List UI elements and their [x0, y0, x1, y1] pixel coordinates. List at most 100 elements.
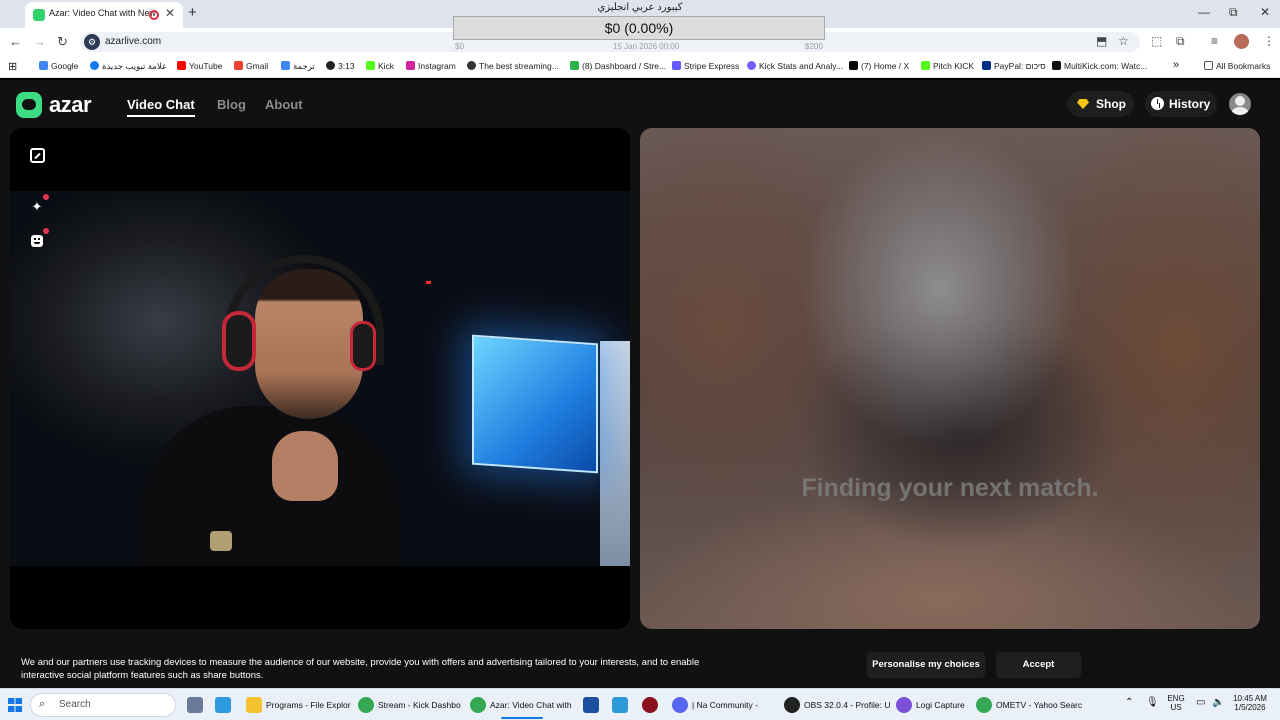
nav-active-underline	[127, 115, 195, 117]
search-placeholder: Search	[59, 699, 91, 710]
install-app-icon[interactable]: ⬒	[1096, 34, 1107, 48]
bookmark-item[interactable]: Stripe Express	[672, 61, 739, 71]
bookmark-item[interactable]: Google	[39, 61, 78, 71]
extension-icon[interactable]: ⬚	[1151, 34, 1162, 48]
bookmark-item[interactable]: PayPal: סיכום	[982, 61, 1046, 71]
bookmark-item[interactable]: Kick Stats and Analy...	[747, 61, 843, 71]
azar-page: azar Video Chat Blog About Shop History …	[0, 80, 1280, 688]
personalise-choices-button[interactable]: Personalise my choices	[867, 652, 985, 678]
face-filter-icon[interactable]	[28, 228, 49, 250]
donation-goal-bar: $0 (0.00%)	[453, 16, 825, 40]
url-text: azarlive.com	[105, 36, 162, 47]
clock[interactable]: 10:45 AM 1/5/2026	[1228, 694, 1272, 712]
store-icon[interactable]	[583, 697, 599, 713]
matching-status-text: Finding your next match.	[801, 474, 1099, 502]
remote-video-panel: Finding your next match.	[640, 128, 1260, 629]
reload-icon[interactable]: ↻	[57, 34, 68, 50]
windows-start-icon[interactable]	[8, 698, 22, 712]
history-label: History	[1169, 97, 1211, 111]
accept-cookies-button[interactable]: Accept	[996, 652, 1081, 678]
tray-overflow-icon[interactable]: ⌃	[1125, 697, 1133, 708]
network-icon[interactable]: ▭	[1196, 697, 1205, 708]
nav-blog[interactable]: Blog	[217, 97, 246, 112]
bookmark-item[interactable]: Kick	[366, 61, 394, 71]
streamer-head	[255, 269, 363, 419]
taskbar-app-discord[interactable]: | Na Community -	[672, 693, 776, 717]
more-bookmarks-button[interactable]: »	[1173, 59, 1179, 71]
language-indicator[interactable]: ENG US	[1166, 694, 1186, 712]
mail-icon[interactable]	[612, 697, 628, 713]
windows-taskbar: ⌕ Search Programs - File Explor Stream -…	[0, 688, 1280, 720]
azar-logo-icon[interactable]	[16, 92, 42, 118]
azar-logo-text[interactable]: azar	[49, 92, 92, 118]
effects-sparkle-icon[interactable]: ✦	[28, 194, 49, 216]
local-video-feed: gol	[10, 191, 630, 566]
azar-favicon-icon	[33, 9, 45, 21]
fullscreen-toggle-icon[interactable]	[30, 148, 45, 163]
minimize-button[interactable]: —	[1198, 5, 1210, 19]
bookmark-item[interactable]: (7) Home / X	[849, 61, 909, 71]
clock-icon	[1151, 97, 1164, 110]
copilot-icon[interactable]	[215, 697, 231, 713]
goal-deadline: 15 Jan 2026 00:00	[613, 42, 680, 51]
tab-title: Azar: Video Chat with New	[49, 8, 156, 18]
new-tab-button[interactable]: +	[188, 4, 197, 21]
chrome-menu-icon[interactable]: ⋮	[1263, 34, 1275, 48]
shop-label: Shop	[1096, 97, 1126, 111]
apps-grid-icon[interactable]: ⊞	[8, 60, 17, 73]
nav-about[interactable]: About	[265, 97, 303, 112]
extensions-puzzle-icon[interactable]: ⧉	[1176, 34, 1185, 49]
bookmark-item[interactable]: Instagram	[406, 61, 456, 71]
close-window-button[interactable]: ✕	[1260, 5, 1270, 19]
search-icon: ⌕	[39, 698, 46, 710]
forward-icon[interactable]: →	[33, 34, 46, 49]
browser-tab-azar[interactable]: Azar: Video Chat with New ✕	[25, 2, 183, 28]
bookmarks-bar: ⊞ Google علامة تبويب جديدة YouTube Gmail…	[0, 56, 1280, 78]
user-avatar-icon[interactable]	[1229, 93, 1251, 115]
cookie-consent-banner: We and our partners use tracking devices…	[0, 642, 1280, 688]
taskbar-app-chrome-ometv[interactable]: OMETV - Yahoo Searc	[976, 693, 1082, 717]
nav-video-chat[interactable]: Video Chat	[127, 97, 195, 112]
back-icon[interactable]: ←	[9, 34, 22, 49]
taskbar-app-chrome-kick[interactable]: Stream - Kick Dashbo	[358, 693, 462, 717]
background-monitor	[472, 334, 598, 474]
bookmark-item[interactable]: Pitch KICK	[921, 61, 974, 71]
recording-indicator-icon	[149, 10, 159, 20]
tab-close-button[interactable]: ✕	[165, 6, 175, 20]
history-button[interactable]: History	[1145, 91, 1217, 117]
new-dot-badge	[43, 194, 49, 200]
shop-button[interactable]: Shop	[1067, 91, 1134, 117]
taskbar-search[interactable]: ⌕ Search	[30, 693, 176, 717]
overlay-title: كيبورد عربي انجليزي	[597, 2, 683, 13]
cookie-text: We and our partners use tracking devices…	[21, 657, 700, 681]
bookmark-item[interactable]: (8) Dashboard / Stre...	[570, 61, 666, 71]
new-dot-badge	[43, 228, 49, 234]
all-bookmarks-folder[interactable]: All Bookmarks	[1204, 61, 1270, 71]
profile-avatar[interactable]	[1234, 34, 1249, 49]
bookmark-item[interactable]: ترجمة	[281, 61, 315, 72]
taskbar-app-obs[interactable]: OBS 32.0.4 - Profile: U	[784, 693, 890, 717]
site-info-icon[interactable]: ⚙	[84, 34, 100, 50]
goal-target: $200	[805, 42, 823, 51]
taskbar-app-file-explorer[interactable]: Programs - File Explor	[246, 693, 351, 717]
tab-search-icon[interactable]: ≡	[1211, 34, 1218, 48]
bookmark-item[interactable]: The best streaming...	[467, 61, 559, 71]
bookmark-item[interactable]: YouTube	[177, 61, 222, 71]
bookmark-item[interactable]: علامة تبويب جديدة	[90, 61, 167, 72]
taskbar-app-logi-capture[interactable]: Logi Capture	[896, 693, 968, 717]
microphone-icon[interactable]: 🎙	[1146, 697, 1159, 708]
streamer-body	[140, 406, 400, 566]
bookmark-item[interactable]: 3:13	[326, 61, 355, 71]
maximize-button[interactable]: ⧉	[1229, 5, 1238, 20]
bookmark-star-icon[interactable]: ☆	[1118, 34, 1129, 48]
goal-start: $0	[455, 42, 464, 51]
bookmark-item[interactable]: Gmail	[234, 61, 268, 71]
local-camera-panel: gol ✦	[10, 128, 630, 629]
task-view-icon[interactable]	[187, 697, 203, 713]
app-icon[interactable]	[642, 697, 658, 713]
taskbar-app-chrome-azar[interactable]: Azar: Video Chat with	[470, 693, 574, 719]
volume-icon[interactable]: 🔈	[1212, 697, 1224, 708]
gem-icon	[1077, 99, 1089, 109]
bookmark-item[interactable]: MultiKick.com: Watc...	[1052, 61, 1147, 71]
donation-goal-caption: $0 15 Jan 2026 00:00 $200	[453, 42, 825, 52]
